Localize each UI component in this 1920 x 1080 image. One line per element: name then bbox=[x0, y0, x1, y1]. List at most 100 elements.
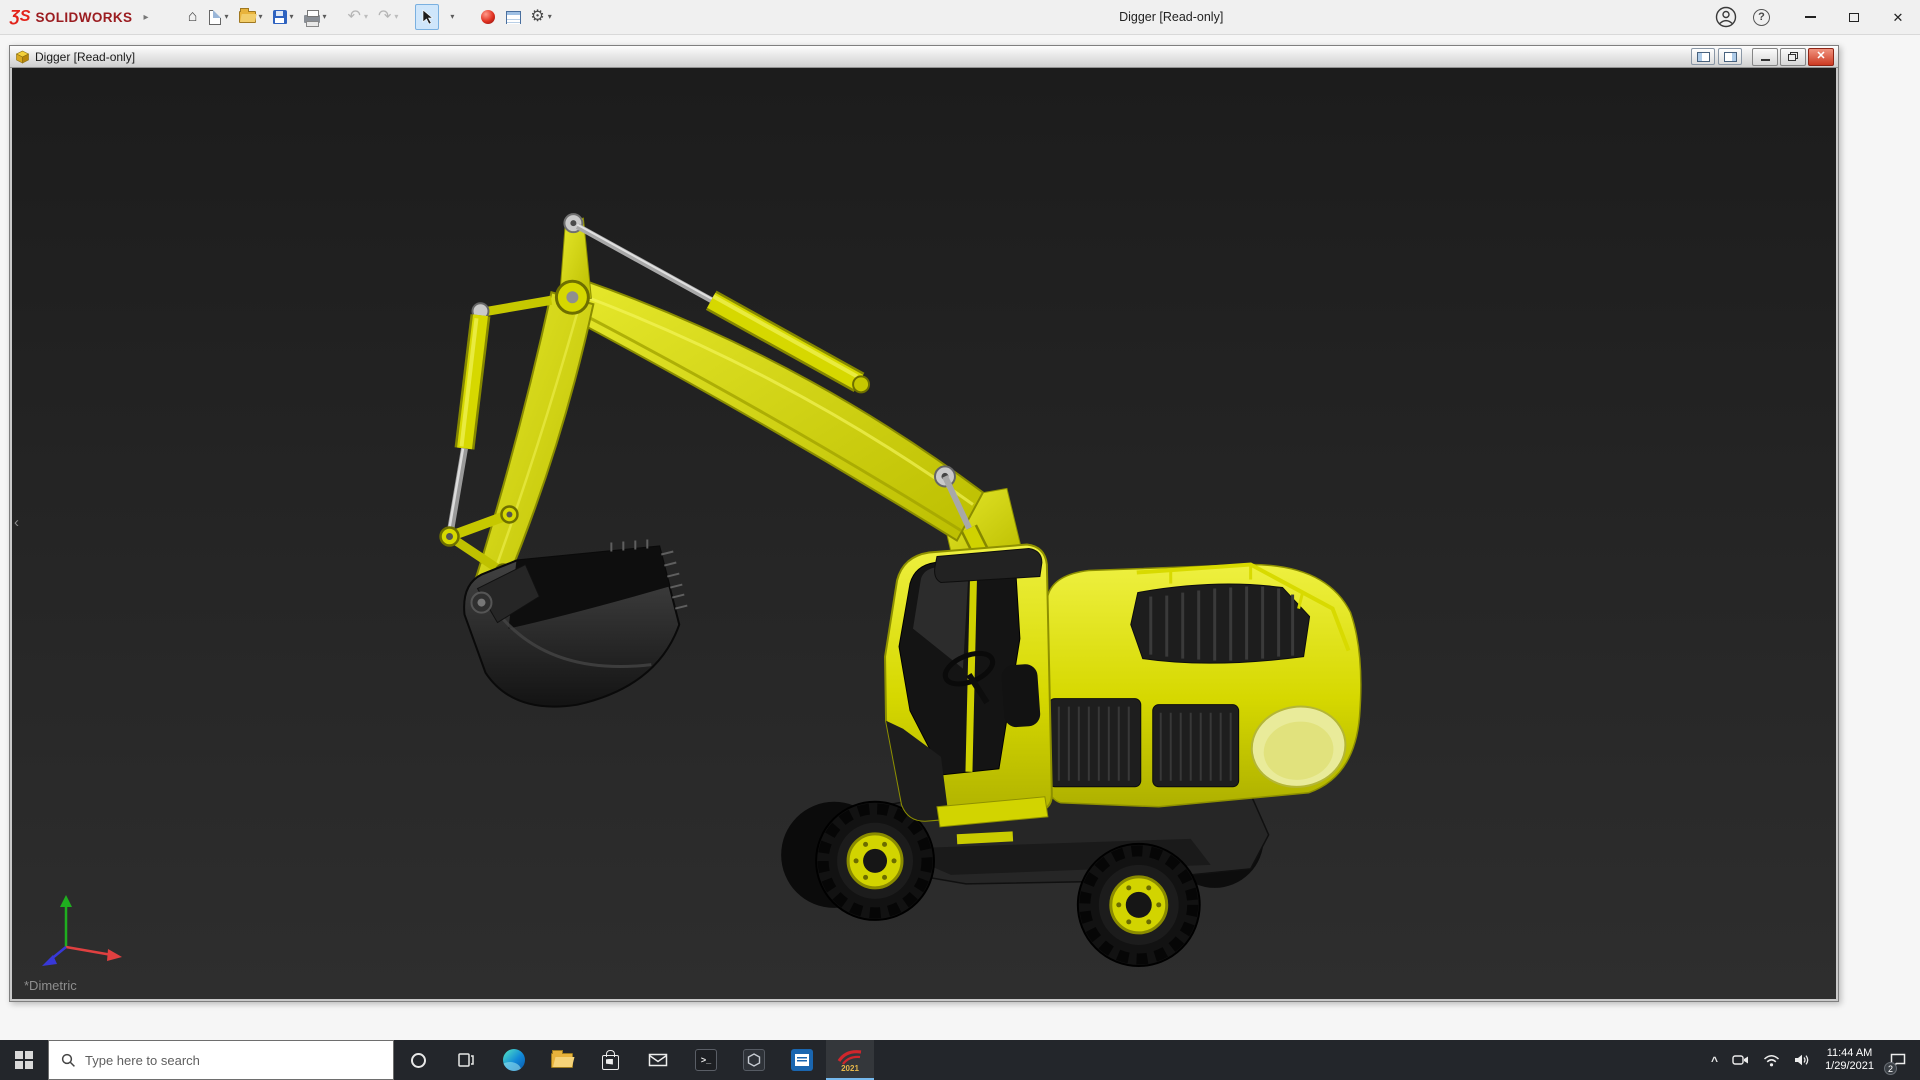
network-button[interactable] bbox=[1756, 1040, 1787, 1080]
tray-expand-button[interactable]: ^ bbox=[1704, 1040, 1725, 1080]
notification-center-button[interactable]: 2 bbox=[1882, 1040, 1914, 1080]
view-orientation-label: *Dimetric bbox=[24, 978, 77, 993]
solidworks-logo-icon: ƷS bbox=[10, 8, 31, 25]
chevron-up-icon: ^ bbox=[1711, 1054, 1719, 1068]
save-button[interactable]: ▾ bbox=[269, 4, 299, 30]
print-button[interactable]: ▾ bbox=[300, 4, 332, 30]
redo-icon: ↷ bbox=[377, 8, 392, 25]
chevron-down-icon[interactable]: ▾ bbox=[363, 13, 369, 21]
report-button[interactable] bbox=[501, 4, 525, 30]
meet-now-button[interactable] bbox=[1725, 1040, 1756, 1080]
notification-count-badge: 2 bbox=[1884, 1062, 1897, 1075]
edge-icon bbox=[503, 1049, 525, 1071]
minimize-button[interactable] bbox=[1788, 0, 1832, 34]
taskbar-search[interactable] bbox=[48, 1040, 394, 1080]
camera-icon bbox=[1732, 1055, 1749, 1065]
help-icon: ? bbox=[1758, 11, 1765, 23]
new-document-button[interactable]: ▾ bbox=[205, 4, 233, 30]
part-document-icon bbox=[15, 50, 30, 63]
account-icon[interactable] bbox=[1715, 6, 1737, 28]
speaker-icon bbox=[1795, 1054, 1809, 1066]
doc-close-button[interactable]: ✕ bbox=[1808, 47, 1834, 66]
chevron-down-icon[interactable]: ▾ bbox=[449, 13, 455, 21]
appearance-button[interactable] bbox=[476, 4, 500, 30]
svg-text:2021: 2021 bbox=[841, 1064, 859, 1073]
chevron-down-icon[interactable]: ▾ bbox=[258, 13, 264, 21]
windows-logo-icon bbox=[15, 1051, 33, 1069]
menu-flyout-arrow-icon[interactable]: ▸ bbox=[143, 12, 148, 23]
appearance-sphere-icon bbox=[481, 10, 496, 24]
window-caption-controls: ? ✕ bbox=[1715, 0, 1920, 34]
graphics-viewport[interactable]: ‹ *Dimetric bbox=[12, 68, 1836, 999]
store-icon bbox=[601, 1049, 619, 1070]
pane-left-icon bbox=[1696, 51, 1710, 62]
hexagon-app-icon bbox=[743, 1049, 765, 1071]
task-view-icon bbox=[458, 1053, 474, 1067]
mdi-workspace: Digger [Read-only] ✕ ‹ *Dimetric bbox=[0, 35, 1920, 1040]
report-table-icon bbox=[505, 10, 521, 24]
minimize-icon bbox=[1804, 16, 1816, 18]
solidworks-taskbar-button[interactable]: 2021 bbox=[826, 1040, 874, 1080]
store-button[interactable] bbox=[586, 1040, 634, 1080]
app-title-bar: ƷS SOLIDWORKS ▸ ⌂ ▾ ▾ ▾ ▾ ↶ ▾ ↷ ▾ ▾ ⚙ ▾ … bbox=[0, 0, 1920, 35]
pane-display-button-1[interactable] bbox=[1691, 48, 1715, 65]
solidworks-menu[interactable]: ƷS SOLIDWORKS ▸ bbox=[0, 9, 148, 25]
document-window: Digger [Read-only] ✕ ‹ *Dimetric bbox=[9, 45, 1839, 1002]
mail-button[interactable] bbox=[634, 1040, 682, 1080]
printer-icon bbox=[303, 10, 320, 27]
taskbar-clock[interactable]: 11:44 AM 1/29/2021 bbox=[1817, 1047, 1882, 1073]
home-button[interactable]: ⌂ bbox=[180, 4, 204, 30]
select-cursor-icon bbox=[423, 9, 434, 25]
save-icon bbox=[272, 10, 287, 24]
file-explorer-button[interactable] bbox=[538, 1040, 586, 1080]
maximize-button[interactable] bbox=[1832, 0, 1876, 34]
file-explorer-icon bbox=[551, 1049, 573, 1068]
gear-icon: ⚙ bbox=[530, 8, 545, 25]
doc-restore-button[interactable] bbox=[1780, 47, 1806, 66]
close-icon: ✕ bbox=[1816, 50, 1826, 62]
clock-date: 1/29/2021 bbox=[1825, 1060, 1874, 1072]
open-folder-icon bbox=[238, 8, 256, 23]
task-view-button[interactable] bbox=[442, 1040, 490, 1080]
select-tool-button[interactable] bbox=[415, 4, 440, 30]
doc-minimize-button[interactable] bbox=[1752, 47, 1778, 66]
taskbar-app-blue[interactable] bbox=[778, 1040, 826, 1080]
pane-display-button-2[interactable] bbox=[1718, 48, 1742, 65]
chevron-down-icon[interactable]: ▾ bbox=[393, 13, 399, 21]
solidworks-app-icon: 2021 bbox=[837, 1050, 862, 1073]
taskbar-app-terminal[interactable]: >_ bbox=[682, 1040, 730, 1080]
windows-taskbar: >_ 2021 ^ bbox=[0, 1040, 1920, 1080]
wifi-icon bbox=[1764, 1054, 1780, 1066]
options-button[interactable]: ⚙ ▾ bbox=[526, 4, 556, 30]
excavator-3d-model[interactable] bbox=[12, 68, 1836, 999]
chevron-down-icon[interactable]: ▾ bbox=[547, 13, 553, 21]
taskbar-app-dark[interactable] bbox=[730, 1040, 778, 1080]
select-tool-flyout[interactable]: ▾ bbox=[440, 4, 464, 30]
cortana-icon bbox=[410, 1052, 426, 1068]
mail-icon bbox=[648, 1053, 668, 1067]
volume-button[interactable] bbox=[1787, 1040, 1817, 1080]
close-icon: ✕ bbox=[1892, 9, 1904, 25]
terminal-icon: >_ bbox=[695, 1049, 717, 1071]
minimize-icon bbox=[1760, 59, 1770, 61]
open-button[interactable]: ▾ bbox=[235, 4, 268, 30]
edge-button[interactable] bbox=[490, 1040, 538, 1080]
restore-icon bbox=[1788, 52, 1798, 61]
close-button[interactable]: ✕ bbox=[1876, 0, 1920, 34]
undo-button[interactable]: ↶ ▾ bbox=[344, 4, 373, 30]
maximize-icon bbox=[1849, 12, 1859, 22]
document-window-buttons: ✕ bbox=[1688, 47, 1834, 66]
chevron-down-icon[interactable]: ▾ bbox=[289, 13, 295, 21]
help-button[interactable]: ? bbox=[1753, 8, 1770, 26]
cortana-button[interactable] bbox=[394, 1040, 442, 1080]
search-icon bbox=[61, 1053, 75, 1067]
quick-access-toolbar: ⌂ ▾ ▾ ▾ ▾ ↶ ▾ ↷ ▾ ▾ ⚙ ▾ bbox=[180, 4, 556, 30]
chevron-down-icon[interactable]: ▾ bbox=[322, 13, 328, 21]
app-window-title: Digger [Read-only] bbox=[1119, 10, 1224, 24]
redo-button[interactable]: ↷ ▾ bbox=[374, 4, 403, 30]
search-input[interactable] bbox=[85, 1052, 393, 1068]
featuremanager-collapse-arrow[interactable]: ‹ bbox=[14, 515, 19, 530]
chevron-down-icon[interactable]: ▾ bbox=[223, 13, 229, 21]
start-button[interactable] bbox=[0, 1040, 48, 1080]
document-title-bar[interactable]: Digger [Read-only] ✕ bbox=[10, 46, 1838, 68]
